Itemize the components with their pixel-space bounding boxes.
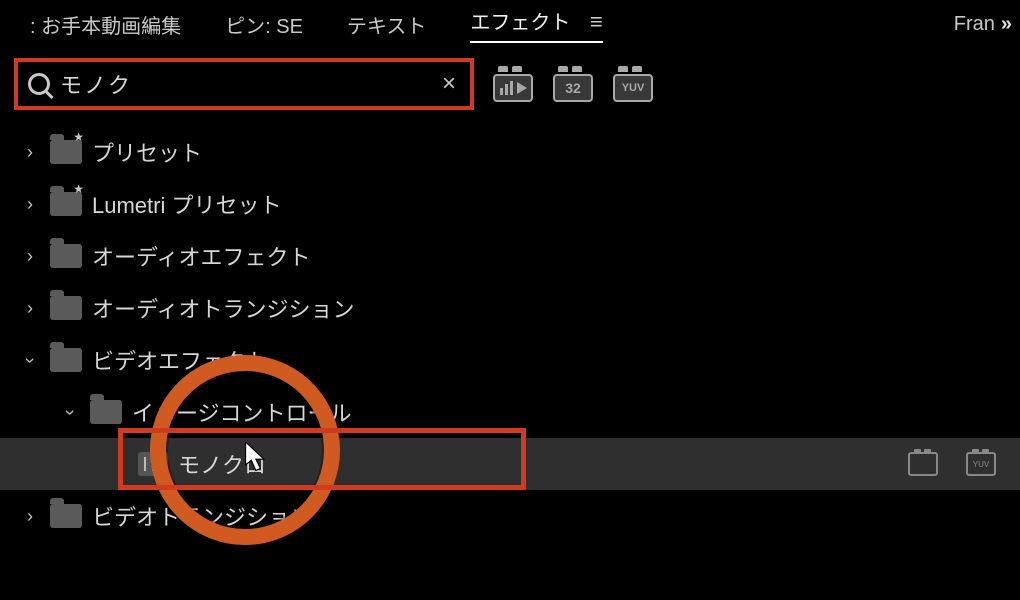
folder-icon bbox=[50, 296, 82, 320]
effects-search-input[interactable]: モノク bbox=[60, 68, 428, 100]
tabs-overflow[interactable]: Fran » bbox=[954, 13, 1012, 36]
chevron-right-icon: › bbox=[20, 298, 40, 319]
chevron-down-icon: › bbox=[20, 350, 41, 370]
tree-item-audio-effects[interactable]: › オーディオエフェクト bbox=[0, 230, 1020, 282]
folder-icon bbox=[90, 400, 122, 424]
effect-badges: YUV bbox=[908, 452, 1020, 476]
tree-item-label: ビデオトランジション bbox=[92, 500, 312, 532]
tree-item-label: Lumetri プリセット bbox=[92, 188, 281, 220]
accelerated-badge-icon bbox=[908, 452, 938, 476]
tree-item-video-transitions[interactable]: › ビデオトランジション bbox=[0, 490, 1020, 542]
effect-icon bbox=[138, 452, 168, 476]
panel-menu-icon[interactable]: ≡ bbox=[590, 9, 603, 34]
panel-tabs: : お手本動画編集 ピン: SE テキスト エフェクト ≡ Fran » bbox=[0, 0, 1020, 48]
chevron-right-icon: › bbox=[20, 194, 40, 215]
tree-item-label: イメージコントロール bbox=[132, 396, 352, 428]
folder-icon bbox=[50, 244, 82, 268]
chevron-right-icon: › bbox=[20, 506, 40, 527]
filter-32bit-effects[interactable]: 32 bbox=[552, 66, 594, 102]
effects-search-row: モノク × 32 YUV bbox=[0, 48, 1020, 120]
tree-item-label: プリセット bbox=[92, 136, 202, 168]
filter-yuv-effects[interactable]: YUV bbox=[612, 66, 654, 102]
chevron-down-icon: › bbox=[60, 402, 81, 422]
annotation-red-box-search: モノク × bbox=[14, 58, 474, 110]
tree-item-label: ビデオエフェクト bbox=[92, 344, 268, 376]
effects-search-box[interactable]: モノク × bbox=[18, 62, 470, 106]
yuv-badge-icon: YUV bbox=[966, 452, 996, 476]
tree-item-video-effects[interactable]: › ビデオエフェクト bbox=[0, 334, 1020, 386]
folder-star-icon bbox=[50, 140, 82, 164]
tab-source-monitor[interactable]: : お手本動画編集 bbox=[8, 0, 203, 49]
tree-item-presets[interactable]: › プリセット bbox=[0, 126, 1020, 178]
tree-item-label: オーディオエフェクト bbox=[92, 240, 310, 272]
chevron-right-double-icon: » bbox=[1001, 13, 1008, 36]
folder-star-icon bbox=[50, 192, 82, 216]
tree-item-label: モノクロ bbox=[178, 448, 266, 480]
tree-item-monochrome[interactable]: モノクロ YUV bbox=[0, 438, 1020, 490]
chevron-right-icon: › bbox=[20, 142, 40, 163]
tree-item-label: オーディオトランジション bbox=[92, 292, 354, 324]
tab-effects[interactable]: エフェクト ≡ bbox=[448, 0, 624, 53]
tab-text[interactable]: テキスト bbox=[325, 0, 448, 49]
search-icon bbox=[28, 73, 50, 95]
tree-item-image-control[interactable]: › イメージコントロール bbox=[0, 386, 1020, 438]
clear-search-icon[interactable]: × bbox=[438, 70, 460, 98]
filter-accelerated-effects[interactable] bbox=[492, 66, 534, 102]
effects-tree: › プリセット › Lumetri プリセット › オーディオエフェクト › オ… bbox=[0, 120, 1020, 542]
tree-item-lumetri-presets[interactable]: › Lumetri プリセット bbox=[0, 178, 1020, 230]
chevron-right-icon: › bbox=[20, 246, 40, 267]
tab-bin[interactable]: ピン: SE bbox=[203, 0, 325, 49]
folder-icon bbox=[50, 504, 82, 528]
tree-item-audio-transitions[interactable]: › オーディオトランジション bbox=[0, 282, 1020, 334]
folder-icon bbox=[50, 348, 82, 372]
